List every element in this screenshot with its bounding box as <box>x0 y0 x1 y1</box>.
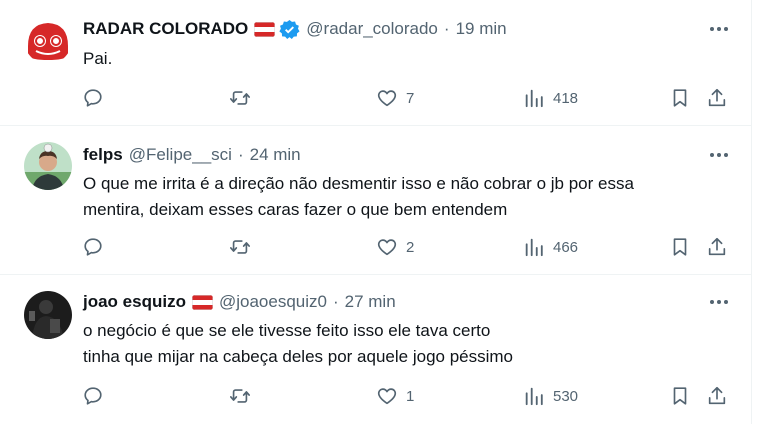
like-count: 2 <box>406 238 415 256</box>
like-count: 1 <box>406 387 415 405</box>
share-button[interactable] <box>706 234 728 260</box>
author-name[interactable]: RADAR COLORADO <box>83 19 248 39</box>
bookmark-icon <box>673 238 687 256</box>
view-count: 530 <box>553 387 579 405</box>
tweet-text-line: tinha que mijar na cabeça deles por aque… <box>83 347 513 366</box>
author-name[interactable]: joao esquizo <box>83 292 186 312</box>
tweet-actions: 2 466 <box>0 234 752 260</box>
tweet-text: o negócio é que se ele tivesse feito iss… <box>83 318 723 370</box>
separator: · <box>237 145 244 164</box>
reply-button[interactable] <box>82 234 104 260</box>
reply-icon <box>84 238 102 256</box>
views-icon <box>525 238 543 257</box>
tweet[interactable]: felps @Felipe__sci · 24 min O que me irr… <box>0 126 752 275</box>
like-count: 7 <box>406 89 415 107</box>
flag-icon <box>191 294 213 310</box>
tweet-header: felps @Felipe__sci · 24 min <box>83 144 301 166</box>
bookmark-icon <box>673 387 687 405</box>
bookmark-button[interactable] <box>669 234 691 260</box>
like-button[interactable]: 2 <box>376 234 414 260</box>
like-button[interactable]: 1 <box>376 383 414 409</box>
share-icon <box>708 88 726 107</box>
retweet-icon <box>230 240 250 254</box>
heart-icon <box>377 90 397 107</box>
separator: · <box>443 19 450 38</box>
views-button[interactable]: 418 <box>523 85 578 111</box>
more-horizontal-icon[interactable] <box>706 291 732 313</box>
tweet-text: Pai. <box>83 46 723 72</box>
tweet-text: O que me irrita é a direção não desmenti… <box>83 171 723 223</box>
timeline: RADAR COLORADO @radar_colorado · 19 min … <box>0 0 752 424</box>
retweet-button[interactable] <box>229 85 251 111</box>
reply-button[interactable] <box>82 85 104 111</box>
views-icon <box>525 89 543 108</box>
more-horizontal-icon[interactable] <box>706 144 732 166</box>
reply-icon <box>84 387 102 405</box>
heart-icon <box>377 239 397 256</box>
bookmark-button[interactable] <box>669 383 691 409</box>
retweet-button[interactable] <box>229 234 251 260</box>
reply-icon <box>84 89 102 107</box>
reply-button[interactable] <box>82 383 104 409</box>
tweet-header: RADAR COLORADO @radar_colorado · 19 min <box>83 18 507 40</box>
tweet-text-line: O que me irrita é a direção não desmenti… <box>83 174 634 193</box>
separator: · <box>332 292 339 311</box>
more-horizontal-icon[interactable] <box>706 18 732 40</box>
timestamp[interactable]: 27 min <box>345 292 396 312</box>
retweet-button[interactable] <box>229 383 251 409</box>
tweet-header: joao esquizo @joaoesquiz0 · 27 min <box>83 291 396 313</box>
tweet-text-line: o negócio é que se ele tivesse feito iss… <box>83 321 491 340</box>
views-button[interactable]: 530 <box>523 383 578 409</box>
retweet-icon <box>230 91 250 105</box>
author-handle[interactable]: @joaoesquiz0 <box>219 292 327 312</box>
avatar[interactable] <box>24 142 72 190</box>
timestamp[interactable]: 19 min <box>456 19 507 39</box>
share-button[interactable] <box>706 85 728 111</box>
author-handle[interactable]: @radar_colorado <box>306 19 438 39</box>
views-button[interactable]: 466 <box>523 234 578 260</box>
heart-icon <box>377 388 397 405</box>
tweet-actions: 1 530 <box>0 383 752 409</box>
retweet-icon <box>230 389 250 403</box>
avatar[interactable] <box>24 291 72 339</box>
view-count: 418 <box>553 89 579 107</box>
verified-badge-icon[interactable] <box>279 19 300 40</box>
share-button[interactable] <box>706 383 728 409</box>
author-handle[interactable]: @Felipe__sci <box>129 145 232 165</box>
tweet[interactable]: joao esquizo @joaoesquiz0 · 27 min o neg… <box>0 275 752 424</box>
like-button[interactable]: 7 <box>376 85 414 111</box>
tweet-actions: 7 418 <box>0 85 752 111</box>
views-icon <box>525 387 543 406</box>
avatar[interactable] <box>24 16 72 64</box>
share-icon <box>708 386 726 405</box>
share-icon <box>708 237 726 256</box>
tweet-text-line: mentira, deixam esses caras fazer o que … <box>83 200 508 219</box>
view-count: 466 <box>553 238 579 256</box>
bookmark-icon <box>673 89 687 107</box>
timestamp[interactable]: 24 min <box>250 145 301 165</box>
tweet-text-line: Pai. <box>83 49 113 68</box>
bookmark-button[interactable] <box>669 85 691 111</box>
tweet[interactable]: RADAR COLORADO @radar_colorado · 19 min … <box>0 0 752 126</box>
flag-icon <box>254 21 276 37</box>
author-name[interactable]: felps <box>83 145 123 165</box>
